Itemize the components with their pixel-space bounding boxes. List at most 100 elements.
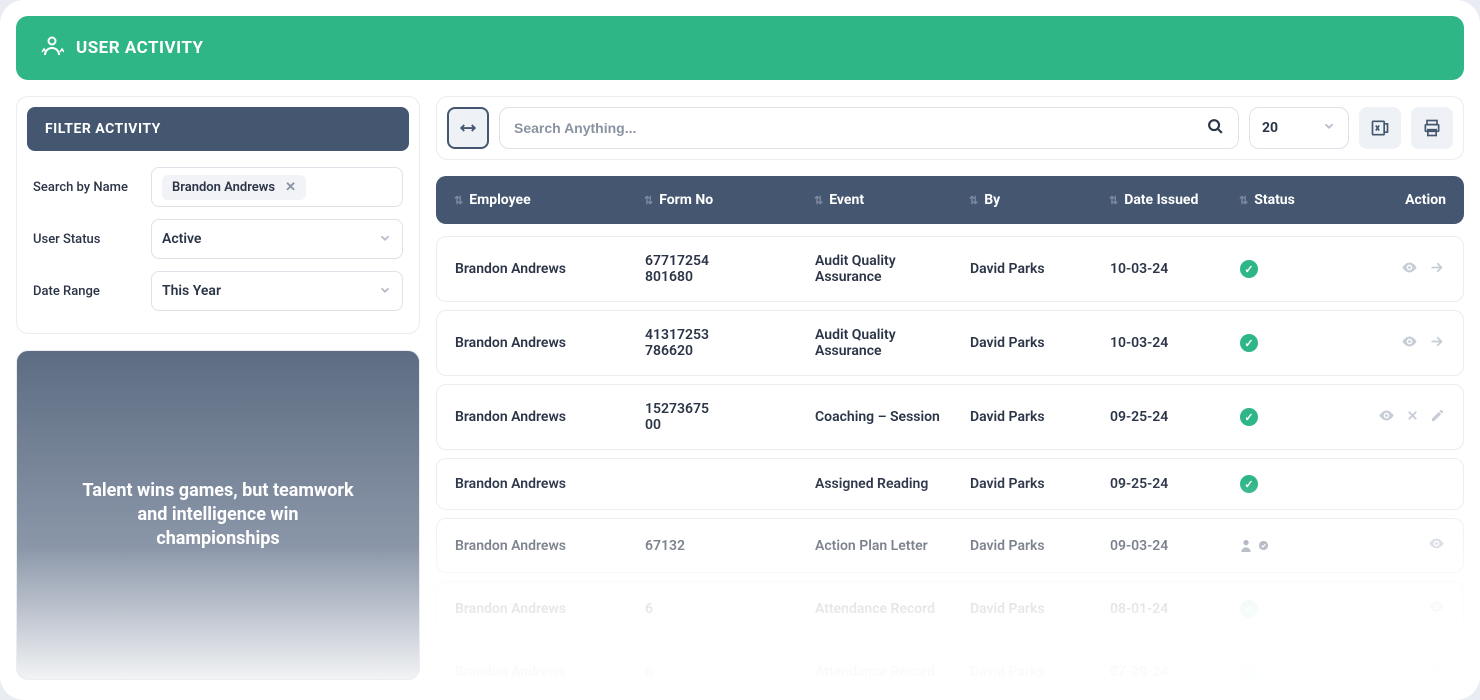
cell-actions — [1340, 407, 1445, 428]
cell-actions — [1340, 661, 1445, 680]
cell-actions — [1340, 333, 1445, 354]
filter-label-name: Search by Name — [33, 180, 151, 195]
chevron-down-icon — [378, 282, 392, 301]
cell-status — [1240, 538, 1340, 554]
cell-form-no: 41317253786620 — [645, 327, 815, 359]
cell-date: 08-01-24 — [1110, 601, 1240, 617]
cell-event: Audit Quality Assurance — [815, 253, 970, 285]
col-header-date-issued[interactable]: ⇅Date Issued — [1109, 192, 1239, 208]
page-title: USER ACTIVITY — [76, 38, 204, 58]
cell-actions — [1340, 598, 1445, 619]
cell-form-no: 6 — [645, 601, 815, 617]
cell-by: David Parks — [970, 335, 1110, 351]
status-person-icon — [1240, 538, 1269, 554]
cell-status: ✓ — [1240, 600, 1340, 618]
filter-date-value: This Year — [162, 283, 221, 299]
table-row[interactable]: Brandon Andrews6Attendance RecordDavid P… — [436, 581, 1464, 636]
status-check-icon: ✓ — [1240, 408, 1258, 426]
col-header-action: Action — [1339, 192, 1446, 208]
cell-by: David Parks — [970, 664, 1110, 680]
filter-card: FILTER ACTIVITY Search by Name Brandon A… — [16, 96, 420, 334]
cell-form-no: 67717254801680 — [645, 253, 815, 285]
cell-event: Assigned Reading — [815, 476, 970, 492]
user-activity-icon — [40, 34, 64, 62]
page-size-select[interactable]: 20 — [1249, 107, 1349, 149]
cell-status: ✓ — [1240, 408, 1340, 426]
search-icon[interactable] — [1207, 118, 1224, 139]
filter-status-select[interactable]: Active — [151, 219, 403, 259]
chevron-down-icon — [1322, 119, 1336, 137]
cell-event: Attendance Record — [815, 664, 970, 680]
status-check-icon: ✓ — [1240, 475, 1258, 493]
cell-actions — [1340, 259, 1445, 280]
search-input[interactable] — [514, 120, 1207, 136]
status-check-icon: ✓ — [1240, 600, 1258, 618]
cell-form-no: 67132 — [645, 538, 815, 554]
col-header-event[interactable]: ⇅Event — [814, 192, 969, 208]
sort-icon: ⇅ — [644, 194, 653, 207]
expand-columns-button[interactable] — [447, 107, 489, 149]
table-row[interactable]: Brandon Andrews41317253786620Audit Quali… — [436, 310, 1464, 376]
action-eye-icon[interactable] — [1401, 259, 1418, 280]
page-header: USER ACTIVITY — [16, 16, 1464, 80]
action-x-icon[interactable] — [1405, 408, 1420, 427]
page-size-value: 20 — [1262, 120, 1278, 136]
cell-event: Action Plan Letter — [815, 538, 970, 554]
search-box[interactable] — [499, 107, 1239, 149]
table-row[interactable]: Brandon Andrews67132Action Plan LetterDa… — [436, 518, 1464, 573]
cell-employee: Brandon Andrews — [455, 476, 645, 492]
cell-date: 09-03-24 — [1110, 538, 1240, 554]
table-row[interactable]: Brandon Andrews6Attendance RecordDavid P… — [436, 644, 1464, 680]
cell-by: David Parks — [970, 538, 1110, 554]
action-arrow-icon[interactable] — [1428, 333, 1445, 354]
cell-date: 10-03-24 — [1110, 261, 1240, 277]
filter-tag-label: Brandon Andrews — [172, 180, 275, 195]
cell-status: ✓ — [1240, 260, 1340, 278]
export-excel-button[interactable] — [1359, 107, 1401, 149]
filter-tag: Brandon Andrews ✕ — [162, 175, 306, 200]
filter-label-date: Date Range — [33, 284, 151, 299]
print-button[interactable] — [1411, 107, 1453, 149]
sort-icon: ⇅ — [454, 194, 463, 207]
cell-date: 09-25-24 — [1110, 476, 1240, 492]
cell-employee: Brandon Andrews — [455, 538, 645, 554]
cell-employee: Brandon Andrews — [455, 601, 645, 617]
sort-icon: ⇅ — [1239, 194, 1248, 207]
filter-date-select[interactable]: This Year — [151, 271, 403, 311]
cell-by: David Parks — [970, 601, 1110, 617]
cell-employee: Brandon Andrews — [455, 664, 645, 680]
action-eye-icon[interactable] — [1401, 333, 1418, 354]
filter-name-field[interactable]: Brandon Andrews ✕ — [151, 167, 403, 207]
cell-status: ✓ — [1240, 475, 1340, 493]
toolbar: 20 — [436, 96, 1464, 160]
action-edit-icon[interactable] — [1430, 408, 1445, 427]
cell-by: David Parks — [970, 409, 1110, 425]
col-header-form-no[interactable]: ⇅Form No — [644, 192, 814, 208]
action-eye-icon[interactable] — [1428, 535, 1445, 556]
table-row[interactable]: Brandon AndrewsAssigned ReadingDavid Par… — [436, 458, 1464, 510]
cell-actions — [1340, 535, 1445, 556]
status-check-icon: ✓ — [1240, 663, 1258, 681]
cell-date: 09-25-24 — [1110, 409, 1240, 425]
cell-employee: Brandon Andrews — [455, 409, 645, 425]
sort-icon: ⇅ — [814, 194, 823, 207]
action-eye-icon[interactable] — [1378, 407, 1395, 428]
action-eye-icon[interactable] — [1428, 661, 1445, 680]
action-eye-icon[interactable] — [1428, 598, 1445, 619]
col-header-by[interactable]: ⇅By — [969, 192, 1109, 208]
status-check-icon: ✓ — [1240, 260, 1258, 278]
cell-event: Attendance Record — [815, 601, 970, 617]
filter-label-status: User Status — [33, 232, 151, 247]
tag-remove-icon[interactable]: ✕ — [285, 180, 296, 195]
table-row[interactable]: Brandon Andrews67717254801680Audit Quali… — [436, 236, 1464, 302]
cell-employee: Brandon Andrews — [455, 261, 645, 277]
quote-text: Talent wins games, but teamwork and inte… — [78, 479, 358, 552]
col-header-employee[interactable]: ⇅Employee — [454, 192, 644, 208]
cell-form-no: 1527367500 — [645, 401, 815, 433]
chevron-down-icon — [378, 230, 392, 249]
action-arrow-icon[interactable] — [1428, 259, 1445, 280]
col-header-status[interactable]: ⇅Status — [1239, 192, 1339, 208]
table-row[interactable]: Brandon Andrews1527367500Coaching – Sess… — [436, 384, 1464, 450]
quote-card: Talent wins games, but teamwork and inte… — [16, 350, 420, 680]
cell-date: 07-29-24 — [1110, 664, 1240, 680]
